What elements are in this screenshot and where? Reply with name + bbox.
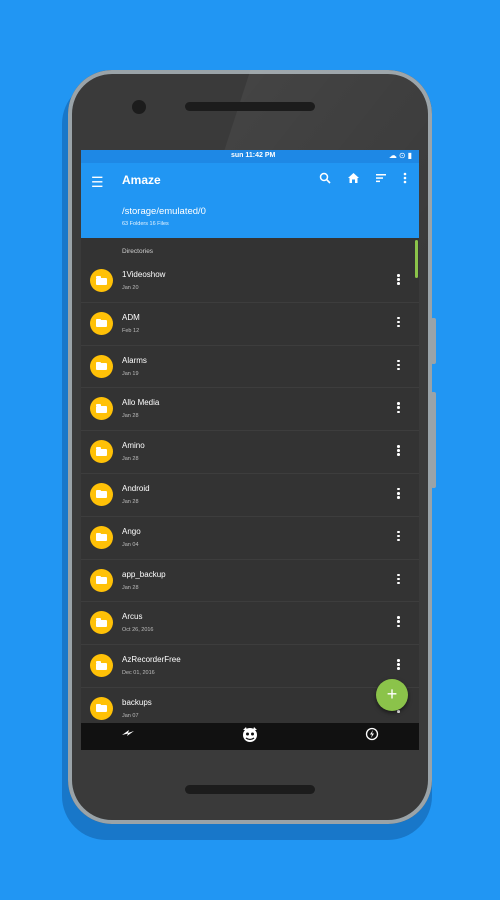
- section-header: Directories: [122, 248, 154, 255]
- status-bar: sun 11:42 PM ☁⊙▮: [81, 150, 419, 163]
- list-item[interactable]: Android Jan 28: [81, 474, 419, 517]
- folder-date: Jan 28: [122, 413, 139, 420]
- list-item[interactable]: Ango Jan 04: [81, 517, 419, 560]
- list-item[interactable]: ADM Feb 12: [81, 303, 419, 346]
- folder-name: Arcus: [122, 612, 143, 622]
- list-item[interactable]: Alarms Jan 19: [81, 346, 419, 389]
- folder-icon: [90, 354, 113, 378]
- folder-name: app_backup: [122, 569, 166, 579]
- mascot-icon[interactable]: [241, 726, 259, 749]
- earpiece-speaker: [185, 102, 315, 111]
- app-bar: ☰ Amaze /storage/emulated/0 63 Folders 1…: [81, 163, 419, 238]
- folder-date: Jan 28: [122, 498, 139, 505]
- folder-name: Ango: [122, 526, 141, 536]
- folder-date: Jan 19: [122, 370, 139, 377]
- folder-date: Jan 20: [122, 285, 139, 291]
- folder-file-counts: 63 Folders 16 Files: [122, 221, 169, 227]
- item-more-icon[interactable]: [397, 359, 400, 372]
- folder-list: 1Videoshow Jan 20 ADM Feb 12 Alarms Jan 19 All…: [81, 260, 419, 730]
- list-item[interactable]: Amino Jan 28: [81, 431, 419, 474]
- folder-icon: [90, 568, 113, 592]
- folder-icon: [90, 482, 113, 506]
- folder-icon: [90, 397, 113, 421]
- add-fab-button[interactable]: +: [376, 679, 408, 711]
- flash-icon[interactable]: [121, 727, 135, 742]
- item-more-icon[interactable]: [397, 445, 400, 457]
- folder-name: Android: [122, 483, 150, 493]
- folder-date: Jan 04: [122, 541, 139, 548]
- power-button: [431, 318, 436, 364]
- folder-icon: [90, 611, 113, 635]
- folder-icon: [90, 311, 113, 335]
- item-more-icon[interactable]: [397, 402, 400, 414]
- app-title: Amaze: [122, 173, 161, 187]
- status-time: sun 11:42 PM: [231, 152, 276, 159]
- folder-name: Allo Media: [122, 398, 160, 408]
- folder-name: 1Videoshow: [122, 270, 166, 279]
- folder-date: Jan 28: [122, 584, 139, 591]
- folder-name: backups: [122, 697, 152, 707]
- signal-icon: ⊙: [398, 151, 408, 160]
- app-screen: sun 11:42 PM ☁⊙▮ ☰ Amaze /storage/emulat…: [81, 150, 419, 750]
- folder-icon: [90, 269, 113, 292]
- folder-name: AzRecorderFree: [122, 655, 181, 665]
- no-flash-icon[interactable]: [365, 727, 379, 744]
- weather-icon: ☁: [388, 151, 399, 160]
- folder-date: Feb 12: [122, 327, 140, 334]
- folder-icon: [90, 440, 113, 464]
- item-more-icon[interactable]: [397, 274, 400, 286]
- item-more-icon[interactable]: [397, 487, 400, 500]
- bottom-navigation: [81, 723, 419, 750]
- folder-name: Alarms: [122, 355, 147, 365]
- hamburger-menu-icon[interactable]: ☰: [91, 174, 104, 191]
- item-more-icon[interactable]: [397, 316, 400, 329]
- folder-icon: [90, 654, 113, 678]
- item-more-icon[interactable]: [397, 659, 400, 671]
- list-item[interactable]: Arcus Oct 26, 2016: [81, 602, 419, 646]
- folder-date: Jan 07: [122, 712, 139, 719]
- folder-name: Amino: [122, 441, 145, 451]
- list-item[interactable]: 1Videoshow Jan 20: [81, 260, 419, 303]
- folder-date: Dec 01, 2016: [122, 670, 155, 677]
- item-more-icon[interactable]: [397, 530, 400, 543]
- search-icon[interactable]: [319, 172, 331, 187]
- item-more-icon[interactable]: [397, 616, 400, 628]
- folder-icon: [90, 696, 113, 720]
- folder-date: Jan 28: [122, 456, 139, 463]
- folder-date: Oct 26, 2016: [122, 627, 154, 634]
- item-more-icon[interactable]: [397, 573, 400, 586]
- folder-name: ADM: [122, 312, 140, 322]
- bottom-speaker: [185, 785, 315, 794]
- list-item[interactable]: app_backup Jan 28: [81, 560, 419, 603]
- front-camera: [132, 100, 146, 114]
- volume-button: [431, 392, 436, 488]
- folder-icon: [90, 525, 113, 549]
- battery-icon: ▮: [407, 151, 414, 160]
- sort-icon[interactable]: [375, 172, 387, 187]
- status-icons: ☁⊙▮: [389, 151, 414, 160]
- current-path: /storage/emulated/0: [122, 206, 206, 217]
- list-item[interactable]: AzRecorderFree Dec 01, 2016: [81, 645, 419, 688]
- overflow-menu-icon[interactable]: [403, 172, 407, 187]
- home-icon[interactable]: [347, 172, 360, 187]
- list-item[interactable]: Allo Media Jan 28: [81, 388, 419, 432]
